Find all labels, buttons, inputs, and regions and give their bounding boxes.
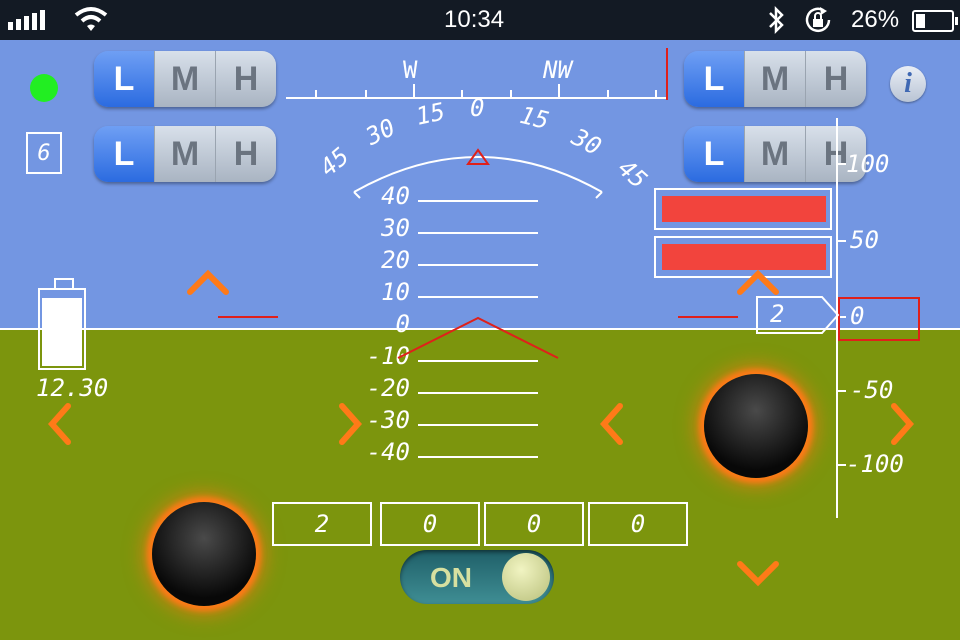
pitch-label: 40 [381,182,410,210]
mode-option-l[interactable]: L [94,51,154,107]
pitch-line [418,456,538,458]
altitude-scale-label: -100 [846,450,904,478]
left-joystick[interactable] [152,502,256,606]
altitude-highlight-box [838,297,920,341]
horizon-reference-left [218,316,278,318]
pitch-line [418,296,538,298]
compass-label-nw: NW [543,56,572,84]
channel-value-box: 0 [380,502,480,546]
chevron-right-icon[interactable] [872,394,932,454]
chevron-left-icon[interactable] [30,394,90,454]
mode-option-l[interactable]: L [94,126,154,182]
info-icon[interactable]: i [890,66,926,102]
channel-value-box: 0 [588,502,688,546]
gps-satellite-count: 6 [26,132,62,174]
mode-switch-left-bottom[interactable]: L M H [94,126,276,182]
roll-label: 0 [470,94,485,122]
mode-switch-left-top[interactable]: L M H [94,51,276,107]
mode-option-m[interactable]: M [154,126,215,182]
chevron-right-icon[interactable] [320,394,380,454]
chevron-down-icon[interactable] [728,540,788,600]
pitch-label: 20 [381,246,410,274]
battery-percent: 26% [851,6,900,33]
bluetooth-icon [769,5,784,35]
rotation-lock-icon [805,7,831,33]
pitch-line [418,392,538,394]
status-bar: 10:34 26% [0,0,960,40]
mode-option-m[interactable]: M [744,126,805,182]
signal-bars-icon [8,10,45,30]
compass-label-w: W [403,56,418,84]
pitch-line [418,264,538,266]
pitch-label: 10 [381,278,410,306]
mode-switch-right-bottom[interactable]: L M H [684,126,866,182]
channel-value-box: 0 [484,502,584,546]
power-toggle[interactable]: ON [400,550,554,604]
chevron-left-icon[interactable] [582,394,642,454]
mode-option-h[interactable]: H [215,126,276,182]
mode-option-h[interactable]: H [215,51,276,107]
pitch-line [418,424,538,426]
pitch-line [418,200,538,202]
connection-status-dot [30,74,58,102]
battery-fill [916,14,925,28]
channel-value-box: 2 [272,502,372,546]
pitch-line [418,232,538,234]
horizon-reference-right [678,316,738,318]
mode-option-m[interactable]: M [154,51,215,107]
mode-option-m[interactable]: M [744,51,805,107]
chevron-up-icon[interactable] [728,256,788,316]
toggle-label: ON [430,562,472,593]
status-time: 10:34 [444,6,505,33]
altitude-scale-label: 100 [846,150,890,178]
mode-option-l[interactable]: L [684,126,744,182]
battery-icon [912,10,958,32]
toggle-knob[interactable] [502,553,550,601]
mode-option-l[interactable]: L [684,51,744,107]
alert-bar-top [654,188,832,230]
wifi-icon [74,7,108,31]
battery-level-icon [38,278,86,370]
mode-option-h[interactable]: H [805,51,866,107]
right-joystick[interactable] [704,374,808,478]
chevron-up-icon[interactable] [178,256,238,316]
mode-switch-right-top[interactable]: L M H [684,51,866,107]
altitude-scale-label: 50 [850,226,879,254]
pitch-label: 30 [381,214,410,242]
roll-label: 15 [413,97,448,131]
attitude-marker [397,316,559,359]
